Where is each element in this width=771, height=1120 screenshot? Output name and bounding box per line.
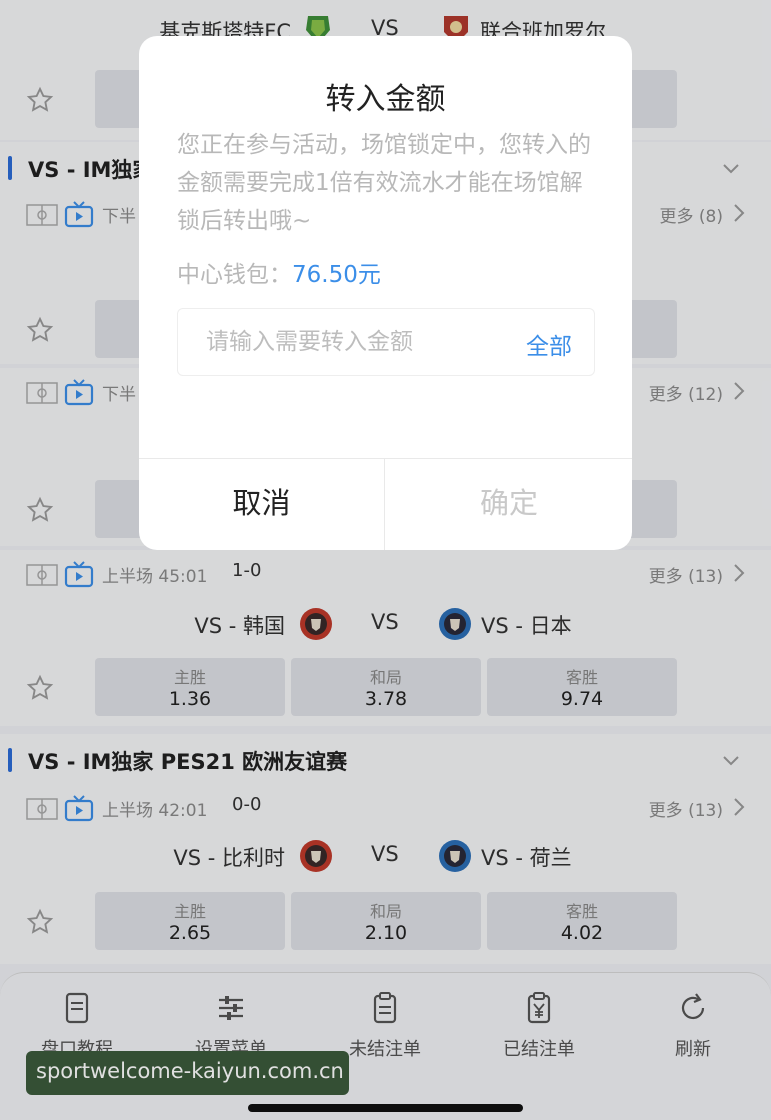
wallet-balance: 中心钱包：76.50元 xyxy=(177,255,381,289)
all-amount-button[interactable]: 全部 xyxy=(526,327,572,361)
amount-input[interactable] xyxy=(178,309,498,375)
dialog-buttons: 取消 确定 xyxy=(139,458,632,550)
amount-field-box: 全部 xyxy=(177,308,595,376)
wallet-amount: 76.50元 xyxy=(292,262,381,288)
dialog-description: 您正在参与活动，场馆锁定中，您转入的金额需要完成1倍有效流水才能在场馆解锁后转出… xyxy=(177,132,591,234)
wallet-label: 中心钱包： xyxy=(177,262,292,288)
confirm-button[interactable]: 确定 xyxy=(386,459,632,550)
cancel-button[interactable]: 取消 xyxy=(139,459,385,550)
transfer-dialog: 转入金额 您正在参与活动，场馆锁定中，您转入的金额需要完成1倍有效流水才能在场馆… xyxy=(139,36,632,550)
dialog-title: 转入金额 xyxy=(325,82,446,117)
